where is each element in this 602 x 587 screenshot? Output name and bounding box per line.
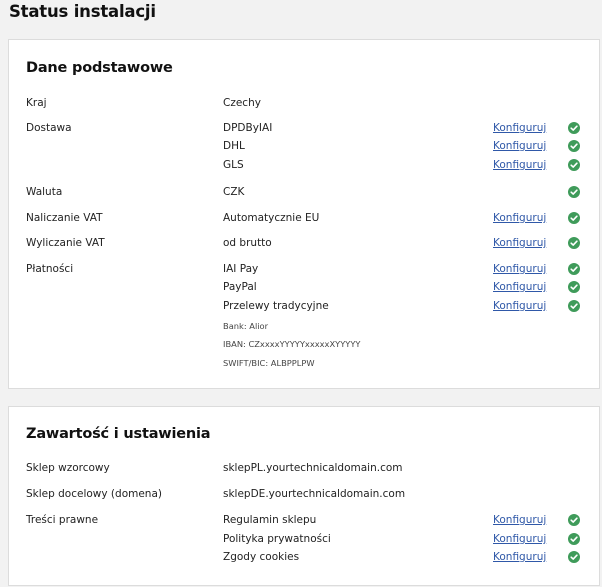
check-circle-icon — [568, 281, 580, 293]
row-value: Zgody cookies — [223, 551, 300, 563]
row-delivery-gls: GLS Konfiguruj — [9, 159, 599, 177]
row-value: sklepPL.yourtechnicaldomain.com — [223, 462, 403, 474]
row-delivery-dpd: Dostawa DPDByIAI Konfiguruj — [9, 122, 599, 140]
row-template-shop: Sklep wzorcowy sklepPL.yourtechnicaldoma… — [9, 462, 599, 480]
check-circle-icon — [568, 263, 580, 275]
row-value: Czechy — [223, 97, 261, 109]
configure-link[interactable]: Konfiguruj — [493, 122, 546, 134]
row-country: Kraj Czechy — [9, 97, 599, 115]
panel-title: Zawartość i ustawienia — [26, 426, 211, 442]
row-payment-transfer: Przelewy tradycyjne Konfiguruj — [9, 300, 599, 318]
row-legal-privacy: Polityka prywatności Konfiguruj — [9, 533, 599, 551]
configure-link[interactable]: Konfiguruj — [493, 212, 546, 224]
check-circle-icon — [568, 551, 580, 563]
check-circle-icon — [568, 140, 580, 152]
row-value: Polityka prywatności — [223, 533, 331, 545]
row-delivery-dhl: DHL Konfiguruj — [9, 140, 599, 158]
row-value: IAI Pay — [223, 263, 259, 275]
row-label: Treści prawne — [26, 514, 99, 526]
row-bank-swift: SWIFT/BIC: ALBPPLPW — [9, 358, 599, 376]
configure-link[interactable]: Konfiguruj — [493, 263, 546, 275]
configure-link[interactable]: Konfiguruj — [493, 281, 546, 293]
row-bank-name: Bank: Alior — [9, 321, 599, 339]
row-legal-cookies: Zgody cookies Konfiguruj — [9, 551, 599, 569]
content-settings-panel: Zawartość i ustawienia Sklep wzorcowy sk… — [8, 406, 600, 586]
row-vat-calculation: Wyliczanie VAT od brutto Konfiguruj — [9, 237, 599, 255]
row-label: Sklep docelowy (domena) — [26, 488, 162, 500]
configure-link[interactable]: Konfiguruj — [493, 300, 546, 312]
check-circle-icon — [568, 300, 580, 312]
row-legal-terms: Treści prawne Regulamin sklepu Konfiguru… — [9, 514, 599, 532]
check-circle-icon — [568, 212, 580, 224]
row-value: CZK — [223, 186, 245, 198]
row-label: Kraj — [26, 97, 47, 109]
row-value: sklepDE.yourtechnicaldomain.com — [223, 488, 406, 500]
row-value: od brutto — [223, 237, 272, 249]
row-value: DHL — [223, 140, 245, 152]
check-circle-icon — [568, 186, 580, 198]
basic-data-panel: Dane podstawowe Kraj Czechy Dostawa DPDB… — [8, 39, 600, 389]
row-value: PayPal — [223, 281, 257, 293]
check-circle-icon — [568, 237, 580, 249]
row-vat-charging: Naliczanie VAT Automatycznie EU Konfigur… — [9, 212, 599, 230]
row-label: Waluta — [26, 186, 63, 198]
configure-link[interactable]: Konfiguruj — [493, 514, 546, 526]
row-label: Wyliczanie VAT — [26, 237, 105, 249]
bank-name: Bank: Alior — [223, 321, 269, 331]
bank-swift: SWIFT/BIC: ALBPPLPW — [223, 358, 315, 368]
row-payment-paypal: PayPal Konfiguruj — [9, 281, 599, 299]
row-value: Przelewy tradycyjne — [223, 300, 329, 312]
check-circle-icon — [568, 122, 580, 134]
bank-iban: IBAN: CZxxxxYYYYYxxxxxXYYYYY — [223, 339, 361, 349]
configure-link[interactable]: Konfiguruj — [493, 533, 546, 545]
row-label: Płatności — [26, 263, 74, 275]
row-label: Dostawa — [26, 122, 72, 134]
row-currency: Waluta CZK — [9, 186, 599, 204]
page-title: Status instalacji — [9, 2, 156, 21]
configure-link[interactable]: Konfiguruj — [493, 140, 546, 152]
row-payment-iaipay: Płatności IAI Pay Konfiguruj — [9, 263, 599, 281]
row-value: DPDByIAI — [223, 122, 273, 134]
configure-link[interactable]: Konfiguruj — [493, 551, 546, 563]
configure-link[interactable]: Konfiguruj — [493, 237, 546, 249]
row-bank-iban: IBAN: CZxxxxYYYYYxxxxxXYYYYY — [9, 339, 599, 357]
row-label: Naliczanie VAT — [26, 212, 103, 224]
row-value: Automatycznie EU — [223, 212, 320, 224]
check-circle-icon — [568, 533, 580, 545]
check-circle-icon — [568, 159, 580, 171]
configure-link[interactable]: Konfiguruj — [493, 159, 546, 171]
row-target-shop: Sklep docelowy (domena) sklepDE.yourtech… — [9, 488, 599, 506]
row-value: Regulamin sklepu — [223, 514, 317, 526]
row-value: GLS — [223, 159, 244, 171]
panel-title: Dane podstawowe — [26, 60, 173, 76]
row-label: Sklep wzorcowy — [26, 462, 110, 474]
check-circle-icon — [568, 514, 580, 526]
